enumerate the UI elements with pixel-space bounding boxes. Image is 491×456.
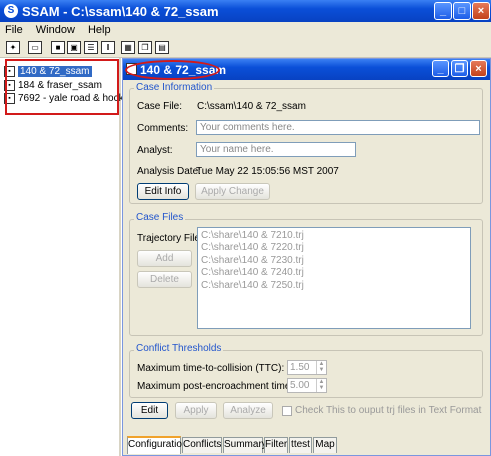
conflict-thresholds-label: Conflict Thresholds: [134, 343, 224, 354]
analyst-field[interactable]: Your name here.: [196, 142, 356, 157]
case-files-label: Case Files: [134, 212, 186, 223]
analysis-date-value: Tue May 22 15:05:56 MST 2007: [196, 166, 339, 177]
maximize-button[interactable]: □: [453, 2, 471, 20]
open-icon[interactable]: ▭: [28, 41, 42, 54]
case-tree[interactable]: [0, 58, 121, 456]
text-format-checkbox-label: Check This to ouput trj files in Text Fo…: [295, 405, 482, 416]
case-file-label: Case File:: [137, 101, 183, 112]
add-button[interactable]: Add: [137, 250, 192, 267]
list-item[interactable]: C:\share\140 & 7240.trj: [201, 267, 304, 278]
spinner-arrows-icon[interactable]: ▲ ▼: [316, 379, 326, 392]
edit-info-button[interactable]: Edit Info: [137, 183, 189, 200]
minimize-button[interactable]: _: [434, 2, 452, 20]
analysis-date-label: Analysis Date:: [137, 166, 201, 177]
ttc-spinner[interactable]: 1.50 ▲ ▼: [287, 360, 327, 375]
menu-bar: File Window Help: [0, 22, 491, 38]
analyze-button[interactable]: Analyze: [223, 402, 273, 419]
comments-label: Comments:: [137, 123, 189, 134]
ttc-label: Maximum time-to-collision (TTC):: [137, 363, 285, 374]
case-file-value: C:\ssam\140 & 72_ssam: [197, 101, 306, 112]
ttc-value: 1.50: [290, 362, 310, 373]
close-button[interactable]: ×: [472, 2, 490, 20]
new-icon[interactable]: ✦: [6, 41, 20, 54]
trajectory-files-list[interactable]: C:\share\140 & 7210.trj C:\share\140 & 7…: [197, 227, 471, 329]
menu-window[interactable]: Window: [31, 22, 80, 38]
tab-ttest[interactable]: ttest: [289, 437, 312, 453]
tab-configuration[interactable]: Configuration: [127, 436, 187, 454]
tile-icon[interactable]: ▦: [121, 41, 135, 54]
pet-spinner[interactable]: 5.00 ▲ ▼: [287, 378, 327, 393]
menu-help[interactable]: Help: [83, 22, 116, 38]
tab-conflicts[interactable]: Conflicts: [182, 437, 222, 453]
child-restore-button[interactable]: ❐: [451, 60, 468, 77]
split-vertical-icon[interactable]: ‖: [101, 41, 115, 54]
analyst-label: Analyst:: [137, 145, 173, 156]
pet-value: 5.00: [290, 380, 310, 391]
case-information-label: Case Information: [134, 82, 215, 93]
save-icon[interactable]: ■: [51, 41, 65, 54]
tab-map[interactable]: Map: [313, 437, 337, 453]
child-minimize-button[interactable]: _: [432, 60, 449, 77]
split-horizontal-icon[interactable]: ☰: [84, 41, 98, 54]
apply-change-button[interactable]: Apply Change: [195, 183, 270, 200]
calculator-icon[interactable]: ▤: [155, 41, 169, 54]
list-item[interactable]: C:\share\140 & 7220.trj: [201, 242, 304, 253]
apply-button[interactable]: Apply: [175, 402, 217, 419]
child-close-button[interactable]: ×: [470, 60, 487, 77]
list-item[interactable]: C:\share\140 & 7250.trj: [201, 280, 304, 291]
save-all-icon[interactable]: ▣: [67, 41, 81, 54]
list-item[interactable]: C:\share\140 & 7210.trj: [201, 230, 304, 241]
cascade-icon[interactable]: ❐: [138, 41, 152, 54]
delete-button[interactable]: Delete: [137, 271, 192, 288]
title-bar[interactable]: S SSAM - C:\ssam\140 & 72_ssam _ □ ×: [0, 0, 491, 22]
highlight-ellipse: [125, 60, 220, 80]
tab-filter[interactable]: Filter: [264, 437, 288, 453]
toolbar: ✦ ▭ ■ ▣ ☰ ‖ ▦ ❐ ▤: [0, 38, 491, 58]
spinner-arrows-icon[interactable]: ▲ ▼: [316, 361, 326, 374]
menu-file[interactable]: File: [0, 22, 28, 38]
text-format-checkbox[interactable]: [282, 406, 292, 416]
window-title: SSAM - C:\ssam\140 & 72_ssam: [22, 4, 219, 19]
app-icon: S: [4, 4, 18, 18]
highlight-rectangle: [5, 59, 119, 115]
tab-summary[interactable]: Summary: [223, 437, 267, 453]
edit-button[interactable]: Edit: [131, 402, 168, 419]
comments-field[interactable]: Your comments here.: [196, 120, 480, 135]
list-item[interactable]: C:\share\140 & 7230.trj: [201, 255, 304, 266]
